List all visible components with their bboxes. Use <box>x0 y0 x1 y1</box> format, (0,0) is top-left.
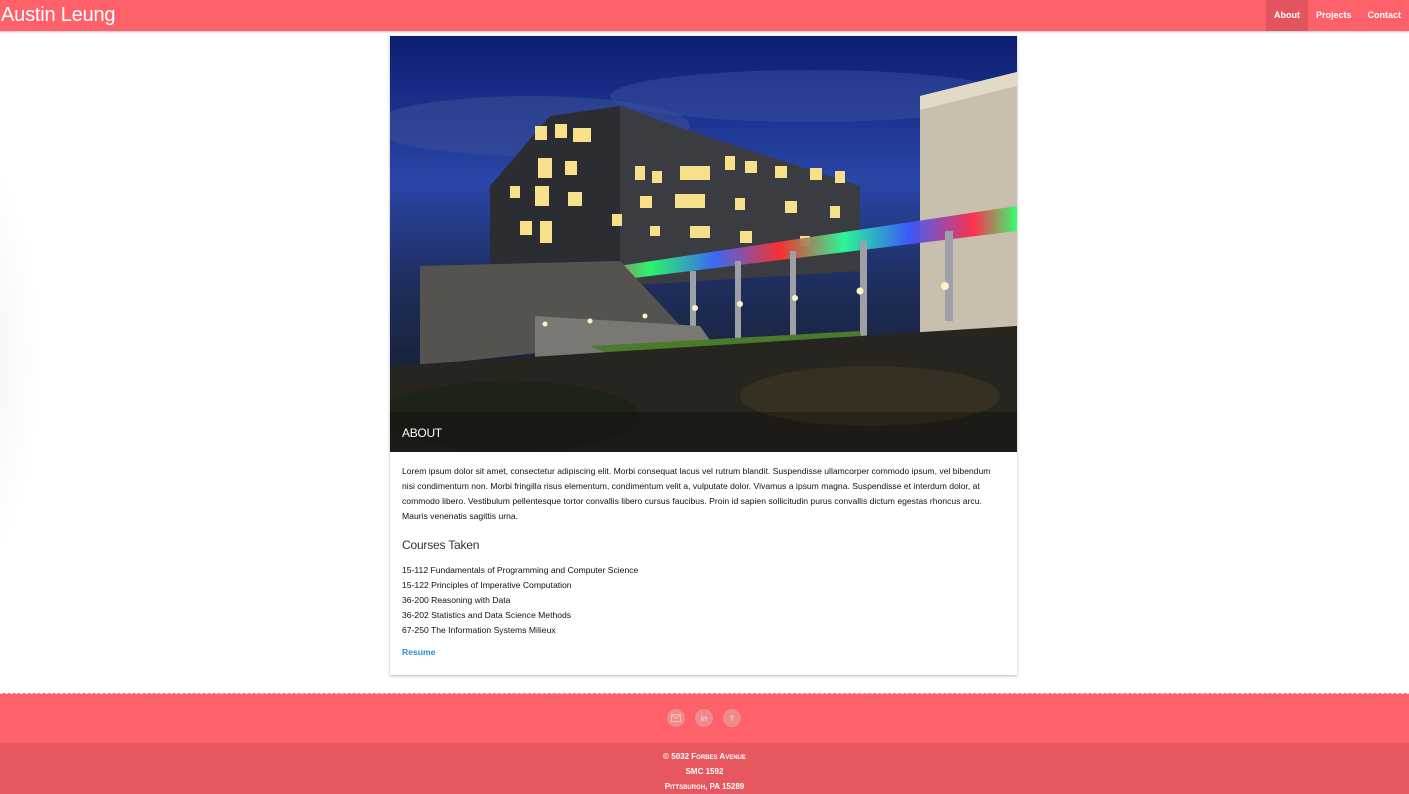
mail-icon[interactable] <box>667 709 685 727</box>
about-paragraph: Lorem ipsum dolor sit amet, consectetur … <box>402 466 991 521</box>
resume-link[interactable]: Resume <box>402 647 435 657</box>
main-nav: About Projects Contact <box>1265 0 1409 31</box>
course-item: 15-112 Fundamentals of Programming and C… <box>402 565 639 575</box>
footer-social-bar: in f <box>0 693 1409 744</box>
social-icons: in f <box>667 709 741 727</box>
top-navbar: Austin Leung About Projects Contact <box>0 0 1409 31</box>
course-list: 15-112 Fundamentals of Programming and C… <box>402 563 1005 638</box>
nav-about[interactable]: About <box>1265 0 1308 31</box>
courses-heading: Courses Taken <box>402 538 480 552</box>
hero-title: ABOUT <box>402 426 442 440</box>
address-line-3: Pittsburgh, PA 15289 <box>664 782 745 791</box>
hero-image: ABOUT <box>390 36 1017 452</box>
footer-address: © 5032 Forbes Avenue SMC 1592 Pittsburgh… <box>0 743 1409 794</box>
course-item: 36-200 Reasoning with Data <box>402 595 511 605</box>
course-item: 67-250 The Information Systems Milieux <box>402 625 556 635</box>
nav-projects[interactable]: Projects <box>1308 0 1360 31</box>
side-shadow <box>0 140 40 580</box>
nav-contact[interactable]: Contact <box>1360 0 1409 31</box>
about-card: ABOUT Lorem ipsum dolor sit amet, consec… <box>390 36 1017 675</box>
address-line-1: © 5032 Forbes Avenue <box>663 752 746 761</box>
facebook-icon[interactable]: f <box>723 709 741 727</box>
course-item: 15-122 Principles of Imperative Computat… <box>402 580 572 590</box>
site-brand[interactable]: Austin Leung <box>1 3 116 27</box>
about-content: Lorem ipsum dolor sit amet, consectetur … <box>402 464 1005 660</box>
linkedin-icon[interactable]: in <box>695 709 713 727</box>
address-line-2: SMC 1592 <box>685 767 724 776</box>
course-item: 36-202 Statistics and Data Science Metho… <box>402 610 572 620</box>
campus-photo <box>390 36 1017 452</box>
